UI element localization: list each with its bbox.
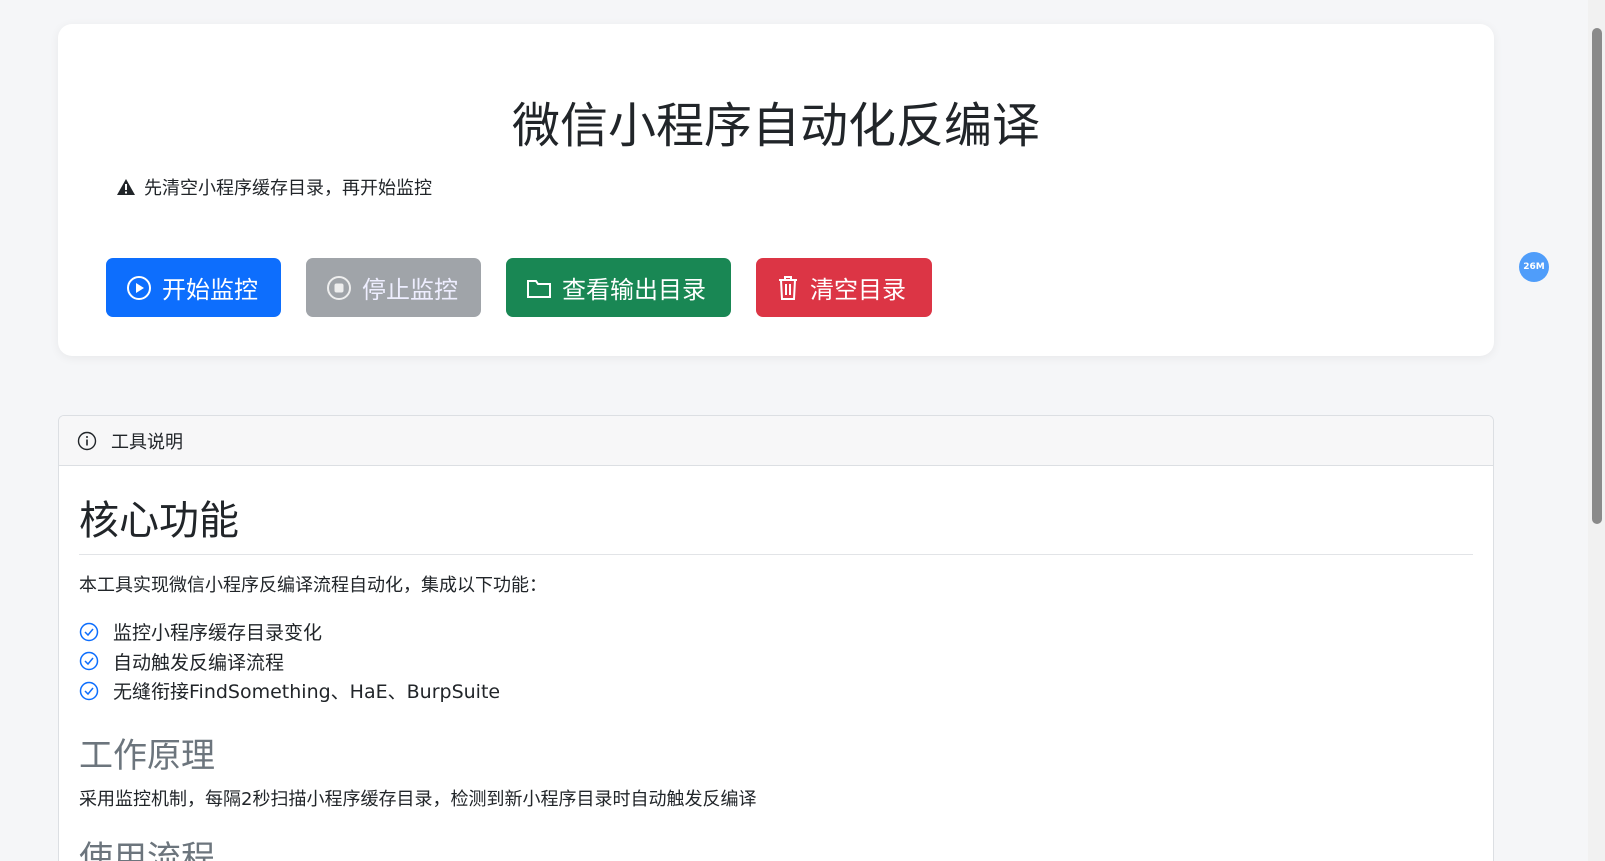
feature-list: 监控小程序缓存目录变化 自动触发反编译流程 无缝衔接FindSomething、… xyxy=(79,617,1473,706)
stop-circle-icon xyxy=(327,275,351,300)
core-heading: 核心功能 xyxy=(79,488,1473,555)
start-monitor-button[interactable]: 开始监控 xyxy=(106,258,281,317)
warning-text: 先清空小程序缓存目录，再开始监控 xyxy=(144,178,432,199)
play-circle-icon xyxy=(127,275,151,300)
check-circle-icon xyxy=(79,681,99,700)
scrollbar-thumb[interactable] xyxy=(1592,28,1602,524)
principle-heading: 工作原理 xyxy=(79,735,215,776)
control-card: 微信小程序自动化反编译 先清空小程序缓存目录，再开始监控 开始监控 停止监控 查… xyxy=(58,24,1494,356)
scrollbar[interactable] xyxy=(1588,0,1605,861)
warning-icon xyxy=(117,179,135,195)
feature-text: 自动触发反编译流程 xyxy=(113,651,285,674)
warning-notice: 先清空小程序缓存目录，再开始监控 xyxy=(116,174,432,200)
feature-text: 无缝衔接FindSomething、HaE、BurpSuite xyxy=(113,681,501,704)
info-icon xyxy=(77,431,97,450)
stop-label: 停止监控 xyxy=(362,277,458,304)
feature-text: 监控小程序缓存目录变化 xyxy=(113,622,323,645)
stop-monitor-button[interactable]: 停止监控 xyxy=(306,258,481,317)
memory-badge[interactable]: 26M xyxy=(1519,252,1549,282)
view-output-button[interactable]: 查看输出目录 xyxy=(506,258,731,317)
start-label: 开始监控 xyxy=(162,277,258,304)
trash-icon xyxy=(779,275,797,300)
check-circle-icon xyxy=(79,652,99,671)
usage-heading: 使用流程 xyxy=(79,838,215,861)
page-title: 微信小程序自动化反编译 xyxy=(511,98,1040,154)
info-header: 工具说明 xyxy=(111,431,183,453)
view-label: 查看输出目录 xyxy=(562,277,706,304)
folder-icon xyxy=(527,279,551,298)
info-card: 工具说明 核心功能 本工具实现微信小程序反编译流程自动化，集成以下功能： 监控小… xyxy=(58,415,1494,861)
clear-directory-button[interactable]: 清空目录 xyxy=(756,258,932,317)
intro-text: 本工具实现微信小程序反编译流程自动化，集成以下功能： xyxy=(79,575,547,596)
list-item: 无缝衔接FindSomething、HaE、BurpSuite xyxy=(79,676,1473,706)
check-circle-icon xyxy=(79,622,99,641)
list-item: 监控小程序缓存目录变化 xyxy=(79,617,1473,647)
clear-label: 清空目录 xyxy=(810,277,906,304)
principle-text: 采用监控机制，每隔2秒扫描小程序缓存目录，检测到新小程序目录时自动触发反编译 xyxy=(79,788,757,810)
list-item: 自动触发反编译流程 xyxy=(79,647,1473,677)
